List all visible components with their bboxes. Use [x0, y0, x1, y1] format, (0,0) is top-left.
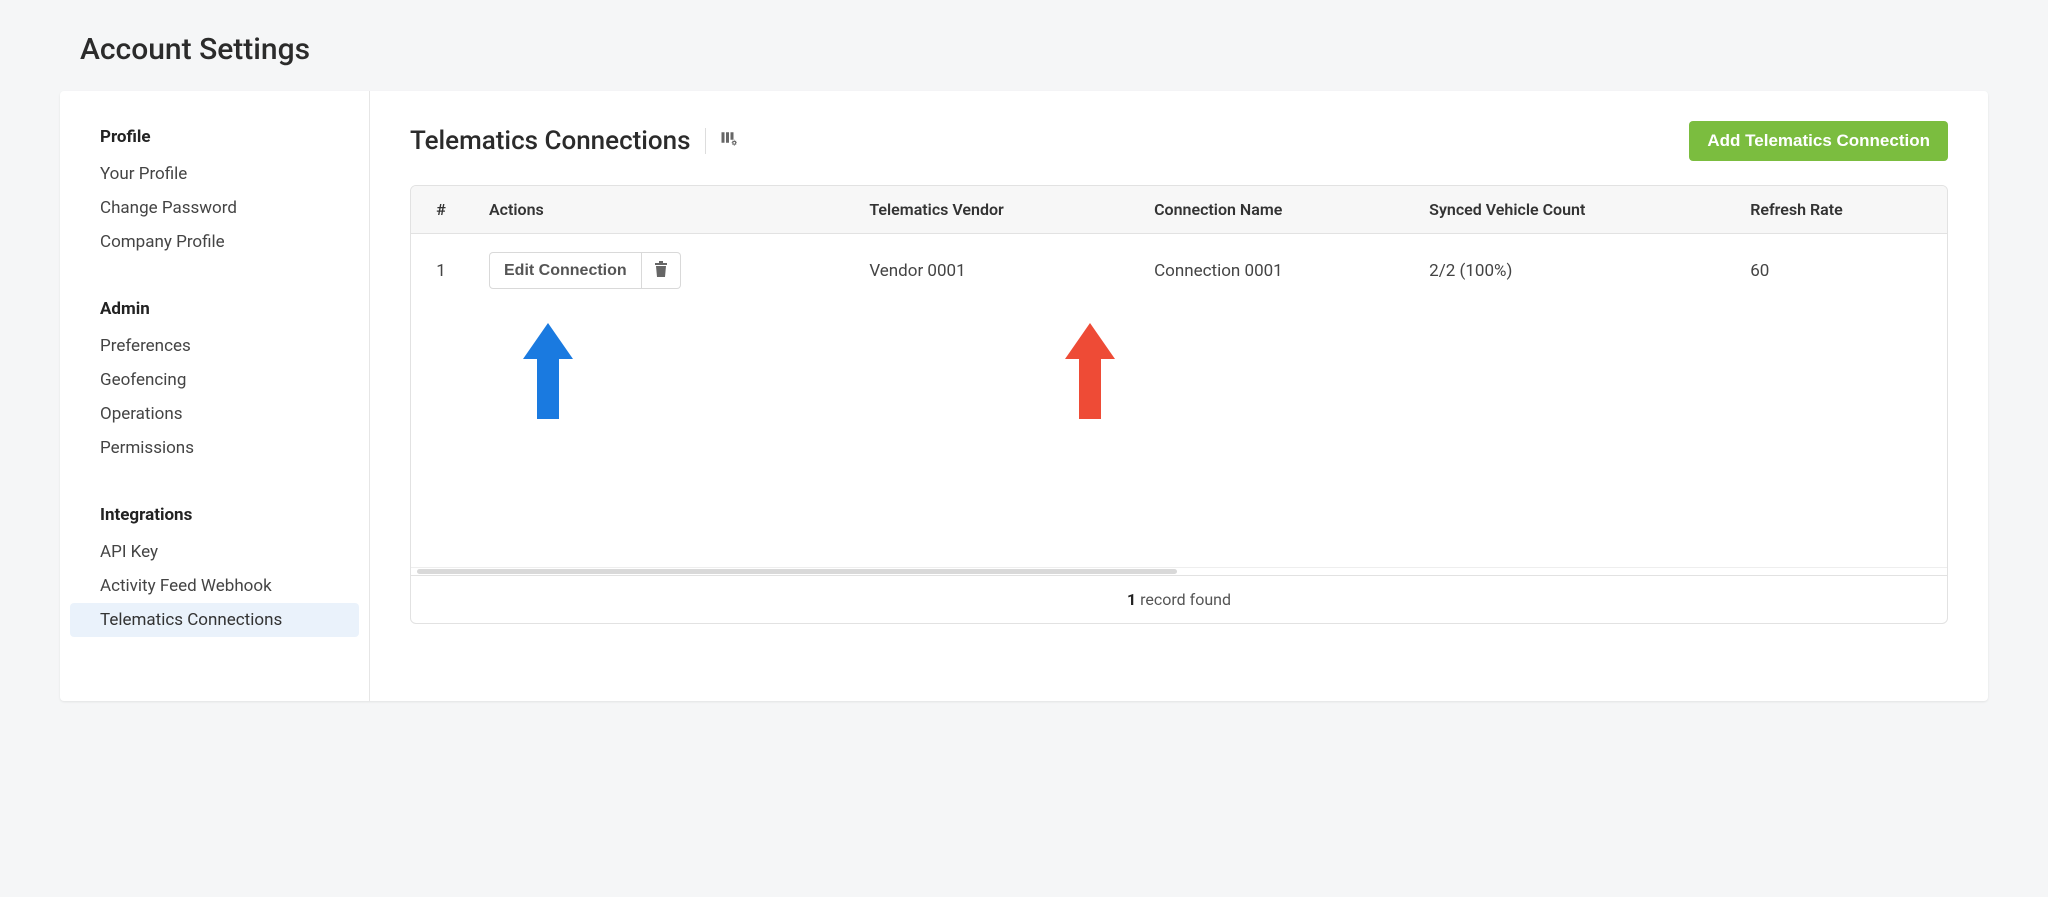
sidebar-item-operations[interactable]: Operations — [70, 397, 359, 431]
page-title: Account Settings — [80, 32, 1988, 67]
annotation-arrow-blue — [523, 323, 573, 419]
sidebar-item-api-key[interactable]: API Key — [70, 535, 359, 569]
cell-synced-count: 2/2 (100%) — [1411, 234, 1732, 308]
sidebar-item-change-password[interactable]: Change Password — [70, 191, 359, 225]
col-header-refresh: Refresh Rate — [1732, 186, 1947, 234]
sidebar: Profile Your Profile Change Password Com… — [60, 91, 370, 701]
table-empty-space — [411, 307, 1947, 567]
sidebar-item-your-profile[interactable]: Your Profile — [70, 157, 359, 191]
col-header-synced: Synced Vehicle Count — [1411, 186, 1732, 234]
cell-refresh-rate: 60 — [1732, 234, 1947, 308]
table-footer: 1 record found — [411, 575, 1947, 623]
sidebar-item-geofencing[interactable]: Geofencing — [70, 363, 359, 397]
record-count: 1 — [1127, 590, 1136, 609]
annotation-arrow-red — [1065, 323, 1115, 419]
col-header-number: # — [411, 186, 471, 234]
delete-connection-button[interactable] — [642, 252, 681, 289]
table-row: 1 Edit Connection — [411, 234, 1947, 308]
connections-table: # Actions Telematics Vendor Connection N… — [410, 185, 1948, 624]
cell-number: 1 — [411, 234, 471, 308]
add-telematics-connection-button[interactable]: Add Telematics Connection — [1689, 121, 1948, 161]
sidebar-item-activity-feed-webhook[interactable]: Activity Feed Webhook — [70, 569, 359, 603]
horizontal-scrollbar[interactable] — [411, 567, 1947, 575]
settings-card: Profile Your Profile Change Password Com… — [60, 91, 1988, 701]
main-panel: Telematics Connections Add Telematics Co… — [370, 91, 1988, 701]
sidebar-item-telematics-connections[interactable]: Telematics Connections — [70, 603, 359, 637]
sidebar-heading-profile: Profile — [70, 121, 359, 157]
section-title: Telematics Connections — [410, 126, 691, 156]
record-label: record found — [1136, 590, 1231, 609]
col-header-actions: Actions — [471, 186, 851, 234]
col-header-name: Connection Name — [1136, 186, 1411, 234]
sidebar-item-company-profile[interactable]: Company Profile — [70, 225, 359, 259]
edit-connection-button[interactable]: Edit Connection — [489, 252, 642, 289]
cell-connection-name: Connection 0001 — [1136, 234, 1411, 308]
sidebar-item-permissions[interactable]: Permissions — [70, 431, 359, 465]
cell-vendor: Vendor 0001 — [851, 234, 1136, 308]
divider — [705, 128, 706, 154]
col-header-vendor: Telematics Vendor — [851, 186, 1136, 234]
sidebar-heading-integrations: Integrations — [70, 499, 359, 535]
sidebar-heading-admin: Admin — [70, 293, 359, 329]
trash-icon — [654, 261, 668, 280]
columns-settings-icon[interactable] — [720, 130, 738, 152]
sidebar-item-preferences[interactable]: Preferences — [70, 329, 359, 363]
